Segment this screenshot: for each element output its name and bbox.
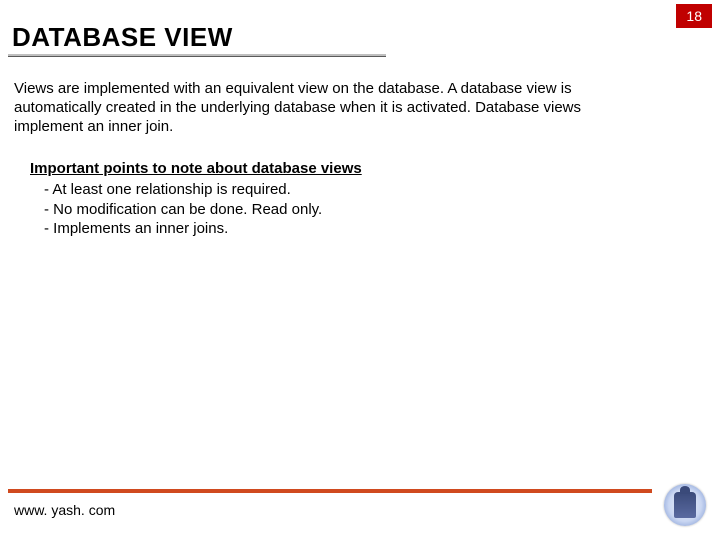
list-item-text: Implements an inner joins. (53, 220, 228, 237)
bullets-list: - At least one relationship is required.… (44, 180, 322, 239)
footer-logo-icon (664, 484, 706, 526)
footer-divider (8, 489, 652, 493)
list-item-text: At least one relationship is required. (52, 181, 290, 198)
list-item-text: No modification can be done. Read only. (53, 201, 322, 218)
list-item: - No modification can be done. Read only… (44, 200, 322, 220)
footer-url: www. yash. com (14, 502, 115, 518)
intro-paragraph: Views are implemented with an equivalent… (14, 80, 644, 136)
list-item: - Implements an inner joins. (44, 219, 322, 239)
page-number-badge: 18 (676, 4, 712, 28)
slide-title: DATABASE VIEW (12, 22, 233, 53)
slide: 18 DATABASE VIEW Views are implemented w… (0, 0, 720, 540)
title-underline-shadow (8, 56, 386, 57)
list-item: - At least one relationship is required. (44, 180, 322, 200)
bullets-heading: Important points to note about database … (30, 160, 362, 177)
